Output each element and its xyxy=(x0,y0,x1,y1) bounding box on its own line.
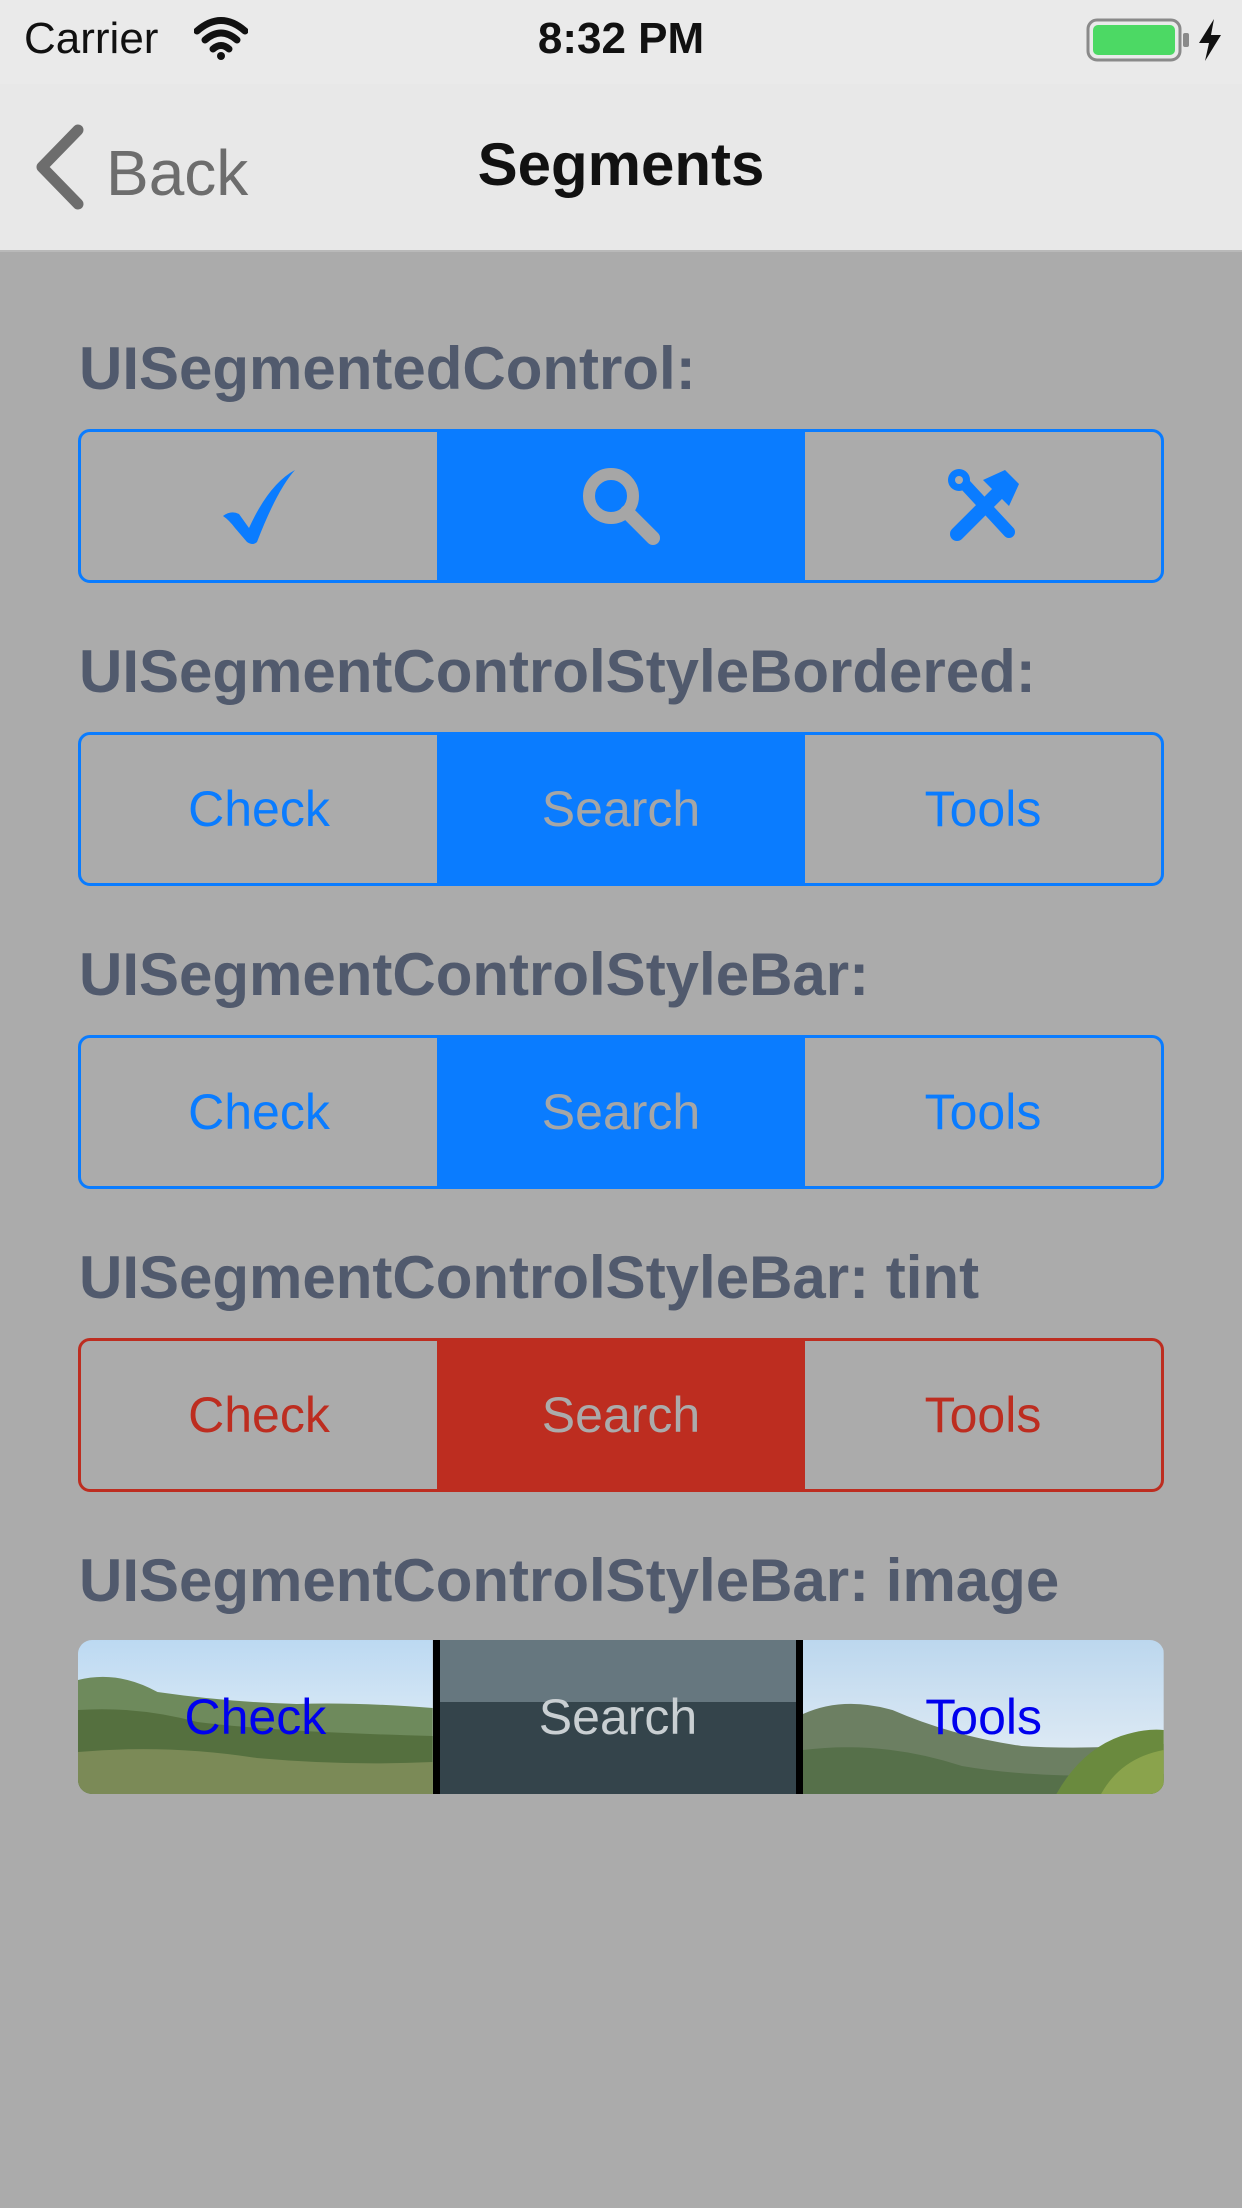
section-label-bar-tint: UISegmentControlStyleBar: tint xyxy=(79,1244,980,1311)
segmented-control-bordered: Check Search Tools xyxy=(78,732,1164,886)
segment-check[interactable]: Check xyxy=(81,735,437,883)
segment-check[interactable]: Check xyxy=(78,1640,433,1794)
segment-search[interactable]: Search xyxy=(437,735,805,883)
status-time: 8:32 PM xyxy=(537,14,705,63)
segment-tools[interactable] xyxy=(805,432,1161,580)
segment-label: Tools xyxy=(925,1689,1043,1745)
navigation-bar: Back Segments xyxy=(0,84,1242,252)
segment-tools[interactable]: Tools xyxy=(805,1341,1161,1489)
magnifier-icon xyxy=(583,468,660,545)
section-label-segmented-control: UISegmentedControl: xyxy=(79,335,696,402)
section-label-bordered: UISegmentControlStyleBordered: xyxy=(79,638,1036,705)
segment-search[interactable]: Search xyxy=(437,1341,805,1489)
page-title: Segments xyxy=(477,131,765,198)
segment-label: Search xyxy=(538,1689,698,1745)
segmented-control-icons xyxy=(78,429,1164,583)
segment-tools[interactable]: Tools xyxy=(805,735,1161,883)
segment-tools[interactable]: Tools xyxy=(805,1038,1161,1186)
segment-check[interactable]: Check xyxy=(81,1038,437,1186)
segment-label: Check xyxy=(184,1689,327,1745)
charging-bolt-icon xyxy=(1199,19,1221,61)
segment-divider xyxy=(432,1640,440,1794)
segment-tools[interactable]: Tools xyxy=(803,1640,1164,1794)
segmented-control-bar-image: Check Search Tools xyxy=(78,1640,1164,1794)
checkmark-icon xyxy=(223,470,295,544)
section-label-bar: UISegmentControlStyleBar: xyxy=(79,941,870,1008)
segmented-control-bar: Check Search Tools xyxy=(78,1035,1164,1189)
segment-search[interactable] xyxy=(437,432,805,580)
segmented-control-bar-tint: Check Search Tools xyxy=(78,1338,1164,1492)
segment-search[interactable]: Search xyxy=(439,1640,797,1794)
segment-check[interactable]: Check xyxy=(81,1341,437,1489)
section-label-bar-image: UISegmentControlStyleBar: image xyxy=(79,1547,1060,1614)
segment-check[interactable] xyxy=(81,432,437,580)
segment-divider xyxy=(796,1640,804,1794)
status-bar: Carrier 8:32 PM xyxy=(0,0,1242,84)
tools-icon xyxy=(948,469,1019,541)
battery-icon xyxy=(1086,18,1189,62)
segment-search[interactable]: Search xyxy=(437,1038,805,1186)
